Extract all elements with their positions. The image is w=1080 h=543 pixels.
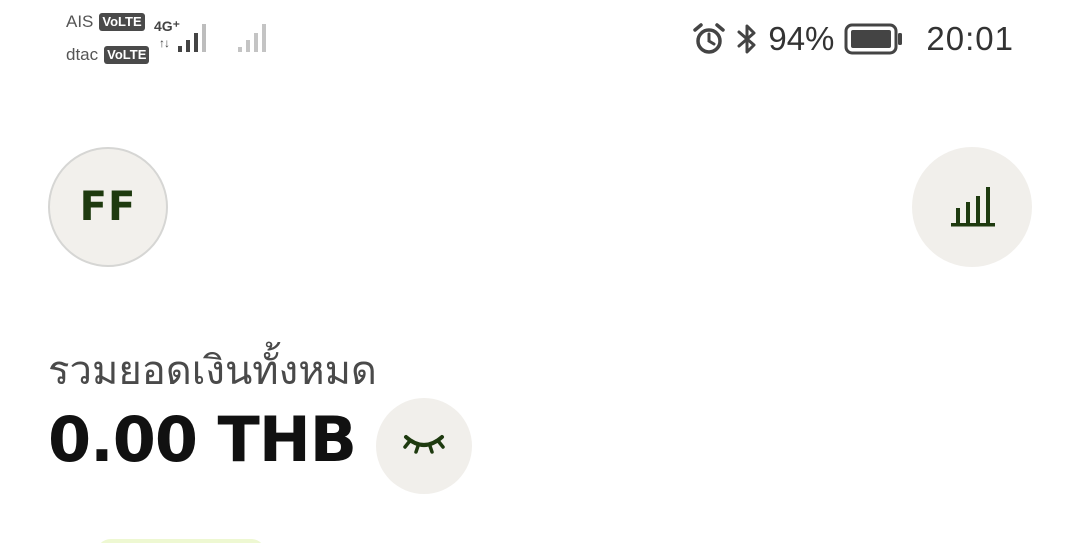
bluetooth-icon <box>734 22 760 56</box>
sim1-carrier: AIS <box>66 12 94 31</box>
eye-closed-icon <box>400 429 448 463</box>
sim2-row: dtac VoLTE <box>66 43 150 67</box>
sim-info: AIS VoLTE dtac VoLTE <box>66 10 156 66</box>
data-activity-arrows: ↑↓ <box>159 36 170 50</box>
sim2-carrier: dtac <box>66 45 99 64</box>
action-chip-partial[interactable] <box>96 539 266 543</box>
battery-percent: 94% <box>768 20 835 57</box>
profile-avatar-button[interactable]: FF <box>48 147 168 267</box>
signal-icon-secondary <box>236 20 272 58</box>
total-balance-label: รวมยอดเงินทั้งหมด <box>48 348 377 394</box>
bar-chart-icon <box>947 180 997 234</box>
clock: 20:01 <box>926 20 1014 57</box>
sim1-volte-badge: VoLTE <box>99 13 145 31</box>
status-right: 94% 20:01 <box>692 18 1014 60</box>
sim2-volte-badge: VoLTE <box>104 46 150 64</box>
toggle-balance-visibility-button[interactable] <box>376 398 472 494</box>
status-bar: AIS VoLTE dtac VoLTE 4G⁺ ↑↓ 94% 20:01 <box>0 0 1080 80</box>
battery-icon <box>844 23 904 55</box>
avatar-initials: FF <box>79 184 137 230</box>
sim1-row: AIS VoLTE <box>66 10 145 34</box>
signal-icon <box>176 20 212 58</box>
alarm-icon <box>692 22 726 56</box>
total-balance-amount: 0.00 THB <box>48 403 357 476</box>
wallet-home-screen: AIS VoLTE dtac VoLTE 4G⁺ ↑↓ 94% 20:01 FF… <box>0 0 1080 543</box>
stats-button[interactable] <box>912 147 1032 267</box>
